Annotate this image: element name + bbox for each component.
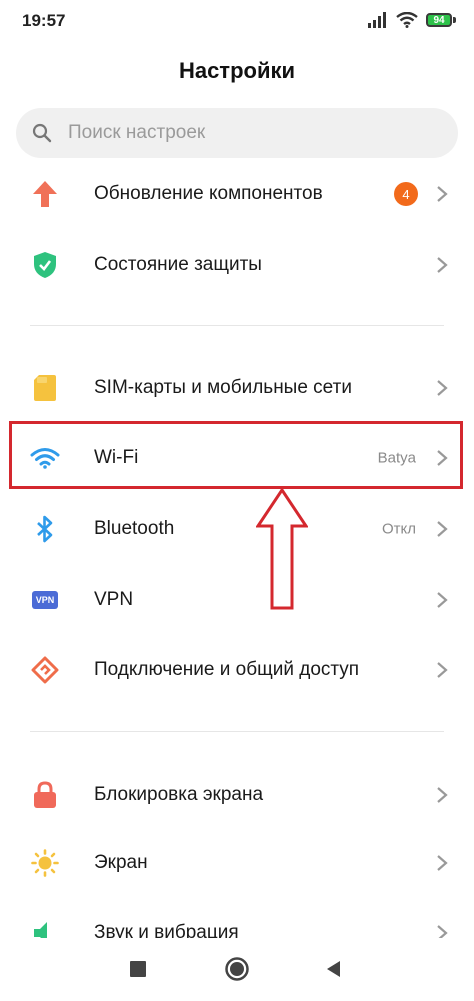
recents-button[interactable] — [125, 956, 151, 982]
vpn-icon-text: VPN — [32, 591, 58, 609]
square-icon — [130, 961, 146, 977]
sim-card-icon — [30, 373, 60, 403]
settings-item-connection-sharing[interactable]: Подключение и общий доступ — [0, 640, 474, 700]
shield-check-icon — [30, 250, 60, 280]
annotation-arrow-up-icon — [256, 488, 308, 610]
sun-icon — [30, 848, 60, 878]
settings-item-bluetooth[interactable]: Bluetooth Откл — [0, 499, 474, 559]
circle-icon — [225, 957, 249, 981]
battery-level: 94 — [426, 13, 452, 27]
search-input[interactable] — [66, 121, 430, 145]
status-time: 19:57 — [22, 11, 66, 30]
settings-item-display[interactable]: Экран — [0, 833, 474, 893]
home-button[interactable] — [224, 956, 250, 982]
settings-item-lock-screen[interactable]: Блокировка экрана — [0, 765, 474, 825]
settings-item-label: Bluetooth — [94, 518, 175, 539]
bluetooth-icon — [30, 514, 60, 544]
update-arrow-icon — [30, 179, 60, 209]
signal-icon — [368, 12, 386, 28]
connection-sharing-icon — [30, 655, 60, 685]
chevron-right-icon — [437, 257, 448, 273]
settings-item-label: Подключение и общий доступ — [94, 659, 360, 680]
settings-item-sim[interactable]: SIM-карты и мобильные сети — [0, 358, 474, 418]
chevron-right-icon — [437, 186, 448, 202]
wifi-highlight-box — [9, 421, 463, 489]
back-button[interactable] — [321, 956, 347, 982]
divider — [30, 325, 444, 326]
settings-item-vpn[interactable]: VPN VPN — [0, 570, 474, 630]
settings-item-label: SIM-карты и мобильные сети — [94, 377, 352, 398]
settings-item-label: Блокировка экрана — [94, 784, 264, 805]
settings-item-protection[interactable]: Состояние защиты — [0, 235, 474, 295]
navigation-bar — [0, 938, 474, 1001]
settings-item-label: Экран — [94, 852, 148, 873]
chevron-right-icon — [437, 787, 448, 803]
bluetooth-status: Откл — [381, 520, 416, 538]
divider — [30, 731, 444, 732]
status-icons: 94 — [368, 12, 456, 28]
status-bar: 19:57 94 — [0, 0, 474, 44]
chevron-right-icon — [437, 592, 448, 608]
update-count-badge: 4 — [394, 182, 418, 206]
chevron-right-icon — [437, 380, 448, 396]
search-bar[interactable] — [16, 108, 458, 158]
settings-item-label: Состояние защиты — [94, 254, 262, 275]
page-title: Настройки — [178, 58, 296, 83]
vpn-icon: VPN — [30, 585, 60, 615]
battery-icon: 94 — [426, 13, 456, 27]
settings-item-label: Обновление компонентов — [94, 183, 323, 204]
settings-item-label: VPN — [94, 589, 134, 610]
lock-icon — [30, 780, 60, 810]
wifi-status-icon — [396, 12, 418, 28]
chevron-right-icon — [437, 855, 448, 871]
settings-item-updates[interactable]: Обновление компонентов 4 — [0, 164, 474, 224]
chevron-right-icon — [437, 662, 448, 678]
back-triangle-icon — [327, 961, 340, 977]
chevron-right-icon — [437, 521, 448, 537]
search-icon — [32, 123, 52, 143]
